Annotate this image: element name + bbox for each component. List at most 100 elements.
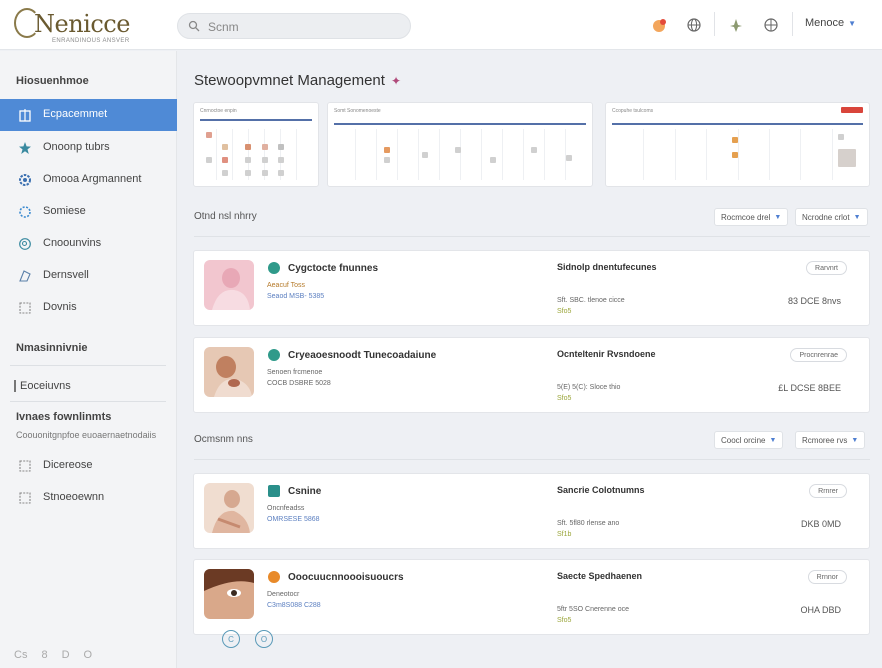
calendar-event[interactable] — [565, 154, 572, 161]
footer-link[interactable]: 8 — [41, 649, 47, 661]
user-name: Menoce — [805, 17, 845, 29]
footer-link[interactable]: D — [62, 649, 70, 661]
status-badge: Procnrenrae — [790, 348, 847, 362]
calendar-gridline — [643, 129, 645, 180]
calendar-event[interactable] — [261, 144, 268, 151]
calendar-header-bar — [612, 123, 863, 125]
calendar-event[interactable] — [454, 146, 461, 153]
search-icon — [17, 236, 33, 252]
sidebar-footer: Cs 8 D O — [14, 649, 92, 661]
row-service-detail: Sft. SBC. tlenoe cicce — [557, 297, 625, 304]
calendar-event[interactable] — [261, 157, 268, 164]
calendar-event[interactable] — [222, 169, 229, 176]
sidebar-item-dovnis[interactable]: Dovnis — [0, 292, 177, 324]
calendar-event[interactable] — [278, 157, 285, 164]
calendar-event[interactable] — [205, 157, 212, 164]
settings-grid-icon[interactable] — [761, 15, 781, 35]
calendar-event[interactable] — [261, 169, 268, 176]
filter-dropdown[interactable]: Rocmcoe drel ▼ — [714, 208, 789, 226]
chevron-down-icon: ▼ — [853, 213, 861, 221]
sidebar-item-somiese[interactable]: Somiese — [0, 196, 177, 228]
footer-link[interactable]: O — [84, 649, 93, 661]
row-sub: Oncnfeadss — [267, 505, 305, 512]
calendar-event[interactable] — [244, 157, 251, 164]
status-dot-icon — [268, 262, 280, 274]
table-row[interactable]: Cryeaoesnoodt Tunecoadaiune Senoen frcme… — [193, 337, 870, 413]
calendar-event[interactable] — [278, 144, 285, 151]
calendar-gridline — [355, 129, 356, 180]
pager-button[interactable]: O — [255, 630, 273, 648]
calendar-event[interactable] — [205, 131, 212, 138]
sidebar-item-omooa-argmannent[interactable]: Omooa Argmannent — [0, 164, 177, 196]
row-id: OMRSESE 5868 — [267, 516, 320, 523]
calendar-card[interactable]: Ccopuhe tsulcoms — [605, 102, 870, 187]
search-bar[interactable]: Scnm — [177, 13, 411, 39]
filter-dropdown[interactable]: Ncrodne crlot ▼ — [795, 208, 868, 226]
status-badge: Rrnnor — [807, 570, 847, 584]
notification-icon[interactable] — [650, 15, 670, 35]
row-amount: 83 DCE 8nvs — [787, 296, 841, 306]
user-menu[interactable]: Menoce ▼ — [805, 17, 856, 29]
sidebar-item-stnoeoewnn[interactable]: Stnoeoewnn — [0, 482, 177, 514]
calendar-gridline — [768, 129, 770, 180]
gift-icon — [268, 485, 280, 497]
calendar-event[interactable] — [530, 146, 537, 153]
footer-link[interactable]: Cs — [14, 649, 27, 661]
table-row[interactable]: Cygctocte fnunnes Aeacuf Toss Seaod MSB-… — [193, 250, 870, 326]
calendar-event[interactable] — [222, 157, 229, 164]
calendar-gridline — [397, 129, 398, 180]
page-title: Stewoopvmnet Management ✦ — [194, 72, 401, 89]
globe-icon[interactable] — [684, 15, 704, 35]
chevron-down-icon: ▼ — [848, 19, 857, 28]
sidebar-item-dicereose[interactable]: Dicereose — [0, 450, 177, 482]
search-input[interactable]: Scnm — [208, 20, 239, 34]
row-name: Cygctocte fnunnes — [288, 263, 379, 274]
calendar-event[interactable] — [244, 144, 251, 151]
calendar-event[interactable] — [244, 169, 251, 176]
calendar-event[interactable] — [422, 151, 429, 158]
row-service: Saecte Spedhaenen — [557, 571, 643, 581]
table-row[interactable]: Ooocuucnnoooisuoucrs Deneotocr C3m8S088 … — [193, 559, 870, 635]
calendar-gridline — [544, 129, 545, 180]
row-amount: £L DCSE 8BEE — [778, 383, 841, 393]
sidebar-item-dernsvell[interactable]: Dernsvell — [0, 260, 177, 292]
calendar-gridline — [502, 129, 503, 180]
pager-button[interactable]: C — [222, 630, 240, 648]
calendar-event[interactable] — [278, 169, 285, 176]
calendar-gridline — [376, 129, 377, 180]
app-logo[interactable]: Nenicce ENRANDINOUS ANSVER — [14, 8, 164, 46]
calendar-event[interactable] — [732, 151, 739, 158]
avatar — [204, 347, 254, 397]
calendar-card[interactable]: Cnrnoctoe enpin — [193, 102, 319, 187]
calendar-event[interactable] — [222, 144, 229, 151]
row-service: Sancrie Colotnumns — [557, 485, 645, 495]
calendar-event[interactable] — [490, 157, 497, 164]
row-sub: Senoen frcmenoe — [267, 369, 323, 376]
calendar-event[interactable] — [384, 157, 391, 164]
calendar-event[interactable] — [384, 146, 391, 153]
filter-label: Rocmcoe drel — [721, 212, 771, 222]
calendar-gridline — [523, 129, 524, 180]
leaf-icon[interactable] — [726, 15, 746, 35]
filter-dropdown[interactable]: Rcmoree rvs ▼ — [795, 431, 866, 449]
sidebar-section-title[interactable]: Eoceiuvns — [14, 380, 71, 392]
sidebar: Hiosuenhmoe Ecpacemmet Onoonp tubrs Omoo… — [0, 51, 177, 668]
table-row[interactable]: Csnine Oncnfeadss OMRSESE 5868 Sancrie C… — [193, 473, 870, 549]
sidebar-item-cnoounvins[interactable]: Cnoounvins — [0, 228, 177, 260]
sidebar-item-ecpacemmet[interactable]: Ecpacemmet — [0, 99, 177, 131]
row-sub: Deneotocr — [267, 591, 300, 598]
avatar — [204, 483, 254, 533]
sidebar-item-label: Omooa Argmannent — [43, 173, 142, 185]
group-title: Ocmsnm nns — [194, 434, 253, 445]
pin-icon[interactable]: ✦ — [391, 74, 401, 88]
sidebar-item-onoonp-tubrs[interactable]: Onoonp tubrs — [0, 132, 177, 164]
calendar-event[interactable] — [837, 134, 844, 141]
group-title: Otnd nsl nhrry — [194, 211, 257, 222]
calendar-card[interactable]: Somt Sonomenoeste — [327, 102, 593, 187]
calendar-event[interactable] — [732, 136, 739, 143]
header-divider — [792, 12, 793, 36]
filter-dropdown[interactable]: Coocl orcine ▼ — [714, 431, 784, 449]
row-id: COCB DSBRE 5028 — [267, 380, 331, 387]
calendar-event[interactable] — [837, 149, 856, 168]
calendar-gridline — [296, 129, 297, 180]
